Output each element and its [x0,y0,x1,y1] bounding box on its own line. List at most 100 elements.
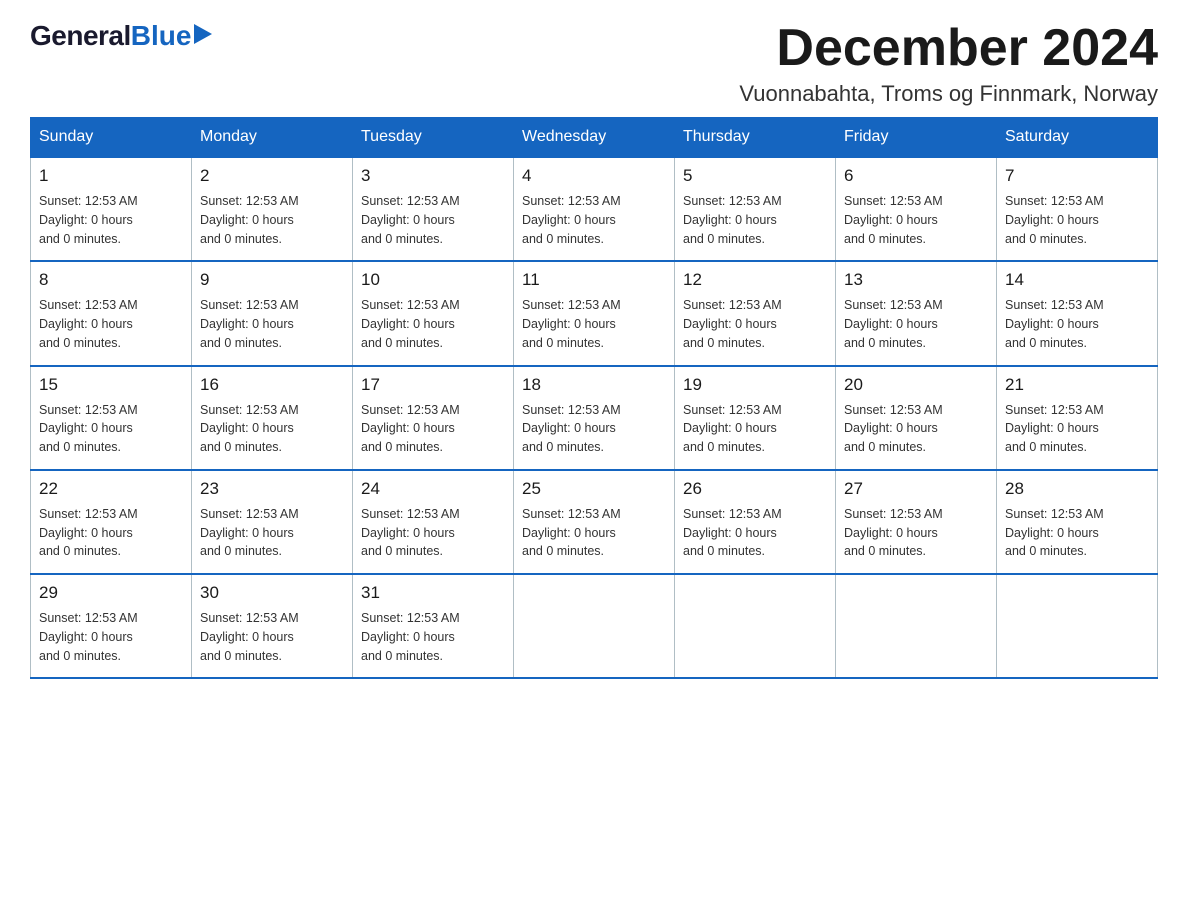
location-subtitle: Vuonnabahta, Troms og Finnmark, Norway [739,81,1158,107]
calendar-week-row: 8 Sunset: 12:53 AMDaylight: 0 hoursand 0 … [31,261,1158,365]
logo-triangle-icon [194,24,212,44]
day-number: 30 [200,583,344,603]
day-info: Sunset: 12:53 AMDaylight: 0 hoursand 0 m… [361,296,505,352]
day-of-week-header: Saturday [997,118,1158,158]
day-number: 12 [683,270,827,290]
calendar-day-cell: 13Sunset: 12:53 AMDaylight: 0 hoursand 0… [836,261,997,365]
day-info: Sunset: 12:53 AMDaylight: 0 hoursand 0 m… [200,609,344,665]
day-info: Sunset: 12:53 AMDaylight: 0 hoursand 0 m… [522,296,666,352]
day-number: 10 [361,270,505,290]
day-number: 25 [522,479,666,499]
day-number: 16 [200,375,344,395]
day-number: 9 [200,270,344,290]
calendar-day-cell: 5 Sunset: 12:53 AMDaylight: 0 hoursand 0 … [675,157,836,261]
calendar-day-cell [836,574,997,678]
calendar-day-cell: 9 Sunset: 12:53 AMDaylight: 0 hoursand 0 … [192,261,353,365]
day-number: 26 [683,479,827,499]
day-info: Sunset: 12:53 AMDaylight: 0 hoursand 0 m… [1005,296,1149,352]
calendar-day-cell: 17 Sunset: 12:53 AMDaylight: 0 hoursand 0… [353,366,514,470]
day-info: Sunset: 12:53 AMDaylight: 0 hoursand 0 m… [200,192,344,248]
calendar-day-cell: 31Sunset: 12:53 AMDaylight: 0 hoursand 0… [353,574,514,678]
calendar-day-cell: 29 Sunset: 12:53 AMDaylight: 0 hoursand 0… [31,574,192,678]
day-info: Sunset: 12:53 AMDaylight: 0 hoursand 0 m… [361,505,505,561]
calendar-day-cell: 2Sunset: 12:53 AMDaylight: 0 hoursand 0 … [192,157,353,261]
day-number: 28 [1005,479,1149,499]
day-number: 29 [39,583,183,603]
calendar-week-row: 15 Sunset: 12:53 AMDaylight: 0 hoursand 0… [31,366,1158,470]
title-area: December 2024 Vuonnabahta, Troms og Finn… [739,20,1158,107]
day-info: Sunset: 12:53 AMDaylight: 0 hoursand 0 m… [39,401,183,457]
calendar-day-cell: 21 Sunset: 12:53 AMDaylight: 0 hoursand 0… [997,366,1158,470]
calendar-day-cell: 3Sunset: 12:53 AMDaylight: 0 hoursand 0 … [353,157,514,261]
day-number: 4 [522,166,666,186]
calendar-day-cell: 30 Sunset: 12:53 AMDaylight: 0 hoursand 0… [192,574,353,678]
day-number: 18 [522,375,666,395]
day-info: Sunset: 12:53 AMDaylight: 0 hoursand 0 m… [1005,192,1149,248]
calendar-day-cell: 22Sunset: 12:53 AMDaylight: 0 hoursand 0… [31,470,192,574]
day-info: Sunset: 12:53 AMDaylight: 0 hoursand 0 m… [39,296,183,352]
logo: General Blue [30,20,212,52]
day-info: Sunset: 12:53 AMDaylight: 0 hoursand 0 m… [39,609,183,665]
day-of-week-header: Wednesday [514,118,675,158]
day-of-week-header: Thursday [675,118,836,158]
calendar-day-cell: 19 Sunset: 12:53 AMDaylight: 0 hoursand 0… [675,366,836,470]
day-number: 8 [39,270,183,290]
day-info: Sunset: 12:53 AMDaylight: 0 hoursand 0 m… [1005,505,1149,561]
calendar-day-cell: 27Sunset: 12:53 AMDaylight: 0 hoursand 0… [836,470,997,574]
calendar-day-cell: 6 Sunset: 12:53 AMDaylight: 0 hoursand 0 … [836,157,997,261]
calendar-day-cell [514,574,675,678]
day-number: 17 [361,375,505,395]
day-number: 5 [683,166,827,186]
day-info: Sunset: 12:53 AMDaylight: 0 hoursand 0 m… [361,401,505,457]
day-info: Sunset: 12:53 AMDaylight: 0 hoursand 0 m… [683,192,827,248]
calendar-day-cell: 20Sunset: 12:53 AMDaylight: 0 hoursand 0… [836,366,997,470]
day-info: Sunset: 12:53 AMDaylight: 0 hoursand 0 m… [200,296,344,352]
day-number: 27 [844,479,988,499]
day-info: Sunset: 12:53 AMDaylight: 0 hoursand 0 m… [844,192,988,248]
day-info: Sunset: 12:53 AMDaylight: 0 hoursand 0 m… [39,192,183,248]
calendar-day-cell: 26 Sunset: 12:53 AMDaylight: 0 hoursand 0… [675,470,836,574]
day-number: 13 [844,270,988,290]
day-number: 1 [39,166,183,186]
day-number: 21 [1005,375,1149,395]
calendar-day-cell: 28 Sunset: 12:53 AMDaylight: 0 hoursand 0… [997,470,1158,574]
calendar-day-cell: 23 Sunset: 12:53 AMDaylight: 0 hoursand 0… [192,470,353,574]
day-of-week-header: Sunday [31,118,192,158]
calendar-day-cell: 25 Sunset: 12:53 AMDaylight: 0 hoursand 0… [514,470,675,574]
day-number: 14 [1005,270,1149,290]
day-number: 11 [522,270,666,290]
calendar-table: SundayMondayTuesdayWednesdayThursdayFrid… [30,117,1158,679]
day-info: Sunset: 12:53 AMDaylight: 0 hoursand 0 m… [522,505,666,561]
calendar-day-cell [997,574,1158,678]
day-info: Sunset: 12:53 AMDaylight: 0 hoursand 0 m… [683,505,827,561]
day-info: Sunset: 12:53 AMDaylight: 0 hoursand 0 m… [200,505,344,561]
day-info: Sunset: 12:53 AMDaylight: 0 hoursand 0 m… [522,192,666,248]
day-info: Sunset: 12:53 AMDaylight: 0 hoursand 0 m… [844,401,988,457]
day-info: Sunset: 12:53 AMDaylight: 0 hoursand 0 m… [39,505,183,561]
day-number: 15 [39,375,183,395]
calendar-day-cell: 8 Sunset: 12:53 AMDaylight: 0 hoursand 0 … [31,261,192,365]
calendar-week-row: 29 Sunset: 12:53 AMDaylight: 0 hoursand 0… [31,574,1158,678]
calendar-header-row: SundayMondayTuesdayWednesdayThursdayFrid… [31,118,1158,158]
calendar-week-row: 1 Sunset: 12:53 AMDaylight: 0 hoursand 0 … [31,157,1158,261]
calendar-day-cell: 16Sunset: 12:53 AMDaylight: 0 hoursand 0… [192,366,353,470]
day-number: 31 [361,583,505,603]
day-info: Sunset: 12:53 AMDaylight: 0 hoursand 0 m… [683,296,827,352]
logo-general-text: General [30,20,131,52]
calendar-day-cell: 11 Sunset: 12:53 AMDaylight: 0 hoursand 0… [514,261,675,365]
calendar-day-cell: 4 Sunset: 12:53 AMDaylight: 0 hoursand 0 … [514,157,675,261]
day-of-week-header: Monday [192,118,353,158]
day-info: Sunset: 12:53 AMDaylight: 0 hoursand 0 m… [683,401,827,457]
month-year-title: December 2024 [739,20,1158,77]
calendar-day-cell [675,574,836,678]
calendar-day-cell: 10 Sunset: 12:53 AMDaylight: 0 hoursand 0… [353,261,514,365]
day-number: 6 [844,166,988,186]
day-number: 19 [683,375,827,395]
calendar-day-cell: 7 Sunset: 12:53 AMDaylight: 0 hoursand 0 … [997,157,1158,261]
day-info: Sunset: 12:53 AMDaylight: 0 hoursand 0 m… [1005,401,1149,457]
calendar-day-cell: 15 Sunset: 12:53 AMDaylight: 0 hoursand 0… [31,366,192,470]
day-number: 23 [200,479,344,499]
calendar-day-cell: 18Sunset: 12:53 AMDaylight: 0 hoursand 0… [514,366,675,470]
day-number: 7 [1005,166,1149,186]
day-number: 24 [361,479,505,499]
